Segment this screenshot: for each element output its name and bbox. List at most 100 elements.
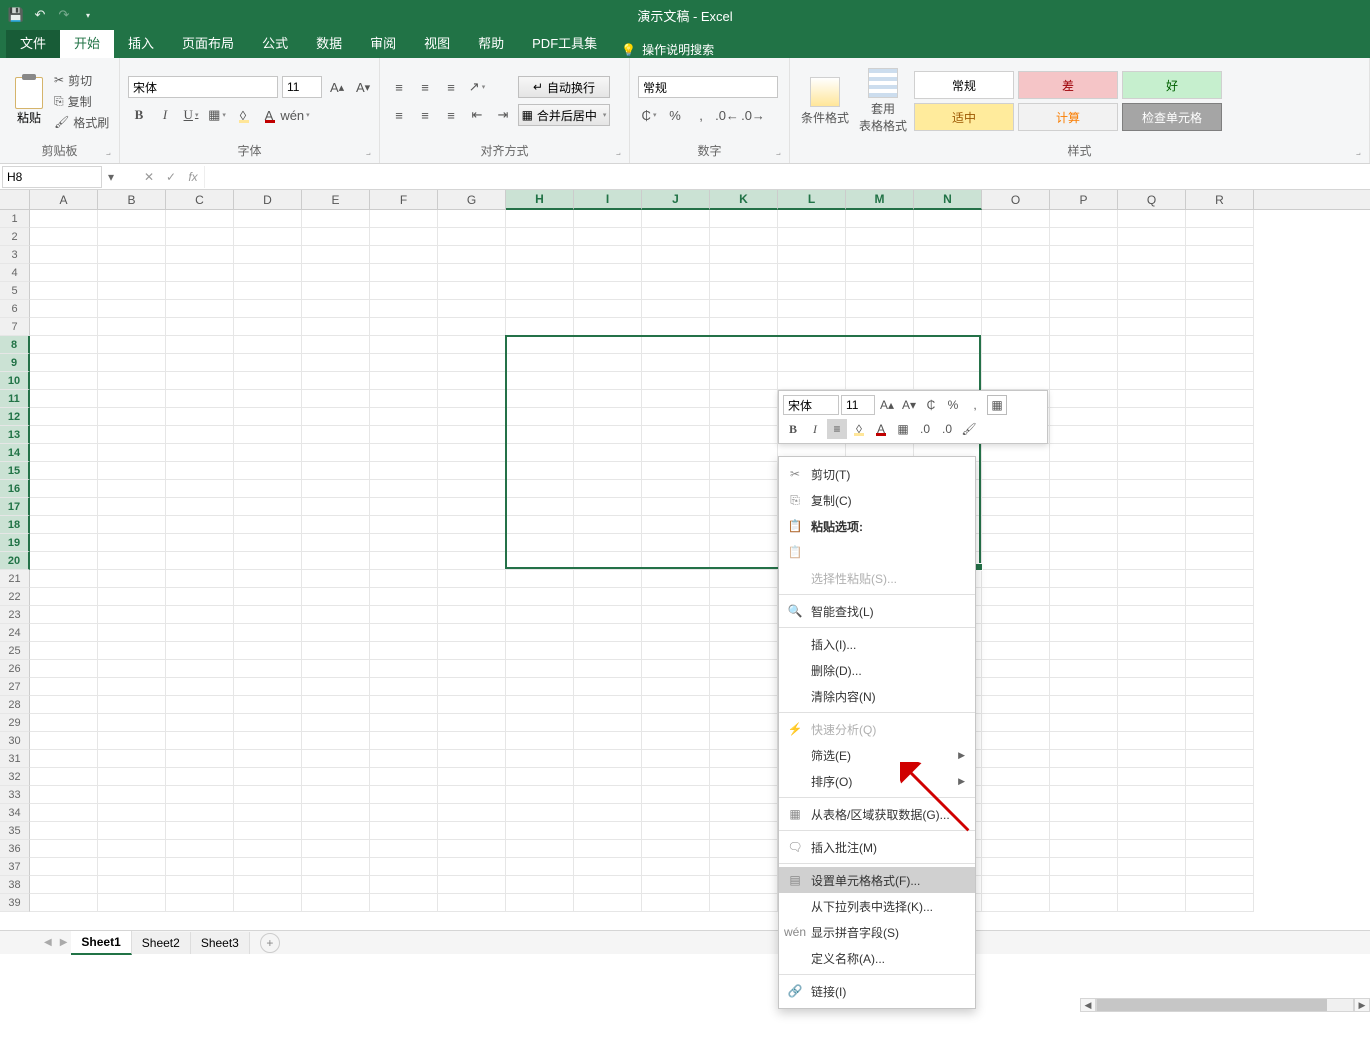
ctx-cut[interactable]: ✂剪切(T) — [779, 461, 975, 487]
cell[interactable] — [166, 228, 234, 246]
cell[interactable] — [982, 822, 1050, 840]
cell[interactable] — [302, 534, 370, 552]
cell[interactable] — [302, 750, 370, 768]
cell[interactable] — [370, 210, 438, 228]
cell[interactable] — [982, 516, 1050, 534]
align-center-button[interactable]: ≡ — [414, 104, 436, 126]
cell[interactable] — [982, 462, 1050, 480]
row-header[interactable]: 34 — [0, 804, 30, 822]
cell[interactable] — [1050, 696, 1118, 714]
cell[interactable] — [438, 552, 506, 570]
paste-button[interactable]: 粘贴 — [8, 77, 50, 126]
cell[interactable] — [574, 282, 642, 300]
row-header[interactable]: 2 — [0, 228, 30, 246]
cell[interactable] — [1050, 858, 1118, 876]
cell[interactable] — [506, 678, 574, 696]
cell[interactable] — [302, 552, 370, 570]
cell[interactable] — [506, 318, 574, 336]
cell[interactable] — [370, 804, 438, 822]
cell[interactable] — [506, 426, 574, 444]
cell[interactable] — [1118, 894, 1186, 912]
cell[interactable] — [438, 480, 506, 498]
cell[interactable] — [370, 246, 438, 264]
row-header[interactable]: 20 — [0, 552, 30, 570]
cell[interactable] — [302, 732, 370, 750]
cell[interactable] — [1118, 624, 1186, 642]
cell[interactable] — [1118, 876, 1186, 894]
col-header[interactable]: R — [1186, 190, 1254, 210]
cell[interactable] — [98, 480, 166, 498]
cell[interactable] — [30, 714, 98, 732]
cell[interactable] — [1118, 498, 1186, 516]
cell[interactable] — [98, 678, 166, 696]
cell[interactable] — [642, 390, 710, 408]
cell[interactable] — [778, 336, 846, 354]
cell[interactable] — [370, 768, 438, 786]
cell[interactable] — [98, 750, 166, 768]
mini-italic[interactable]: I — [805, 419, 825, 439]
cell[interactable] — [506, 210, 574, 228]
cell[interactable] — [506, 804, 574, 822]
cell[interactable] — [166, 714, 234, 732]
select-all-corner[interactable] — [0, 190, 30, 210]
cell[interactable] — [778, 372, 846, 390]
cell[interactable] — [574, 300, 642, 318]
cell[interactable] — [982, 858, 1050, 876]
cell[interactable] — [1186, 750, 1254, 768]
percent-button[interactable]: % — [664, 104, 686, 126]
cell[interactable] — [574, 822, 642, 840]
cell[interactable] — [166, 210, 234, 228]
cell[interactable] — [302, 786, 370, 804]
cell[interactable] — [438, 354, 506, 372]
cell[interactable] — [370, 408, 438, 426]
cell[interactable] — [370, 660, 438, 678]
cell[interactable] — [914, 246, 982, 264]
cell[interactable] — [234, 804, 302, 822]
cell[interactable] — [234, 732, 302, 750]
cell[interactable] — [30, 642, 98, 660]
cell[interactable] — [710, 246, 778, 264]
col-header[interactable]: F — [370, 190, 438, 210]
painter-button[interactable]: 🖌格式刷 — [54, 114, 109, 131]
cell[interactable] — [778, 246, 846, 264]
row-header[interactable]: 18 — [0, 516, 30, 534]
cell[interactable] — [302, 246, 370, 264]
mini-font-size[interactable] — [841, 395, 875, 415]
cell[interactable] — [302, 426, 370, 444]
cell[interactable] — [574, 768, 642, 786]
font-size-input[interactable] — [282, 76, 322, 98]
cell[interactable] — [574, 246, 642, 264]
mini-grow-font[interactable]: A▴ — [877, 395, 897, 415]
row-header[interactable]: 38 — [0, 876, 30, 894]
cell[interactable] — [642, 480, 710, 498]
cell[interactable] — [438, 264, 506, 282]
cell[interactable] — [1118, 642, 1186, 660]
cell[interactable] — [438, 822, 506, 840]
cell[interactable] — [1050, 354, 1118, 372]
col-header[interactable]: G — [438, 190, 506, 210]
cell[interactable] — [1186, 282, 1254, 300]
cell[interactable] — [438, 246, 506, 264]
cell[interactable] — [710, 516, 778, 534]
cell[interactable] — [642, 570, 710, 588]
cell[interactable] — [506, 444, 574, 462]
row-header[interactable]: 3 — [0, 246, 30, 264]
cell[interactable] — [710, 462, 778, 480]
cell[interactable] — [1118, 858, 1186, 876]
cell[interactable] — [302, 642, 370, 660]
cell[interactable] — [1186, 372, 1254, 390]
cell[interactable] — [642, 336, 710, 354]
cell[interactable] — [1050, 768, 1118, 786]
cell[interactable] — [710, 804, 778, 822]
cell[interactable] — [506, 570, 574, 588]
cancel-button[interactable]: ✕ — [138, 166, 160, 188]
cell[interactable] — [574, 678, 642, 696]
cell[interactable] — [710, 606, 778, 624]
cell[interactable] — [370, 228, 438, 246]
sheet-tab-3[interactable]: Sheet3 — [191, 932, 250, 954]
row-header[interactable]: 19 — [0, 534, 30, 552]
cell[interactable] — [438, 624, 506, 642]
cell[interactable] — [1050, 840, 1118, 858]
cell[interactable] — [574, 858, 642, 876]
cell[interactable] — [710, 498, 778, 516]
